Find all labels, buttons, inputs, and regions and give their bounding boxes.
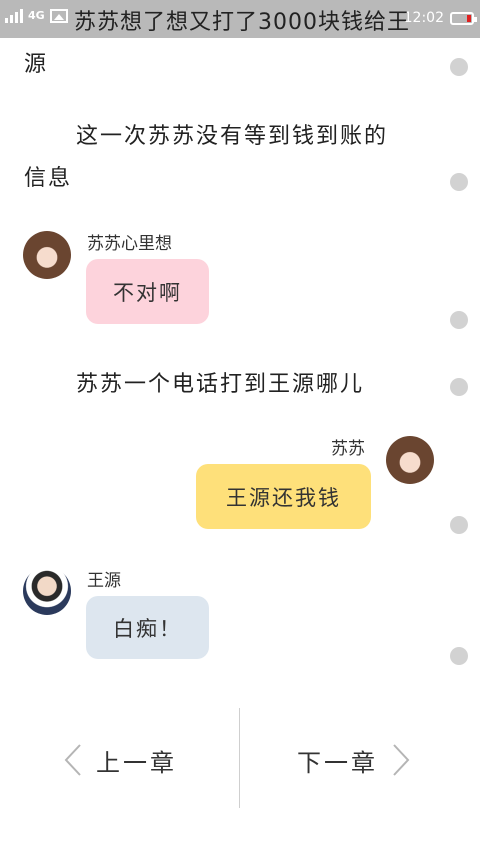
signal-icon (5, 9, 23, 23)
avatar (23, 567, 71, 615)
prev-chapter-button[interactable]: 上一章 (62, 735, 177, 785)
avatar (386, 436, 434, 484)
rail-dot[interactable] (450, 516, 468, 534)
battery-icon (450, 11, 477, 25)
rail-dot[interactable] (450, 173, 468, 191)
speaker-name: 苏苏 (331, 439, 365, 459)
next-chapter-label: 下一章 (297, 748, 378, 777)
chat-bubble: 王源还我钱 (196, 464, 371, 529)
avatar (23, 231, 71, 279)
nav-divider (239, 708, 240, 808)
status-left: 4G (5, 9, 68, 23)
story-paragraph-1a: 这一次苏苏没有等到钱到账的 (76, 124, 389, 149)
story-line-top: 苏苏想了想又打了3000块钱给王 (74, 10, 410, 35)
rail-dot[interactable] (450, 58, 468, 76)
next-chapter-button[interactable]: 下一章 (297, 735, 412, 785)
speaker-name: 苏苏心里想 (87, 234, 172, 254)
speaker-name: 王源 (87, 571, 121, 591)
chat-bubble: 白痴！ (86, 596, 209, 659)
rail-dot[interactable] (450, 311, 468, 329)
chat-bubble: 不对啊 (86, 259, 209, 324)
chevron-left-icon (64, 744, 81, 776)
story-paragraph-2: 苏苏一个电话打到王源哪儿 (76, 372, 365, 397)
status-right: 12:02 (404, 10, 477, 26)
gallery-icon (49, 9, 68, 23)
prev-chapter-label: 上一章 (96, 748, 177, 777)
rail-dot[interactable] (450, 647, 468, 665)
story-paragraph-1b: 信息 (24, 166, 73, 191)
rail-dot[interactable] (450, 378, 468, 396)
story-line-top-cont: 源 (24, 52, 49, 77)
network-type: 4G (28, 9, 45, 22)
chevron-right-icon (393, 744, 410, 776)
